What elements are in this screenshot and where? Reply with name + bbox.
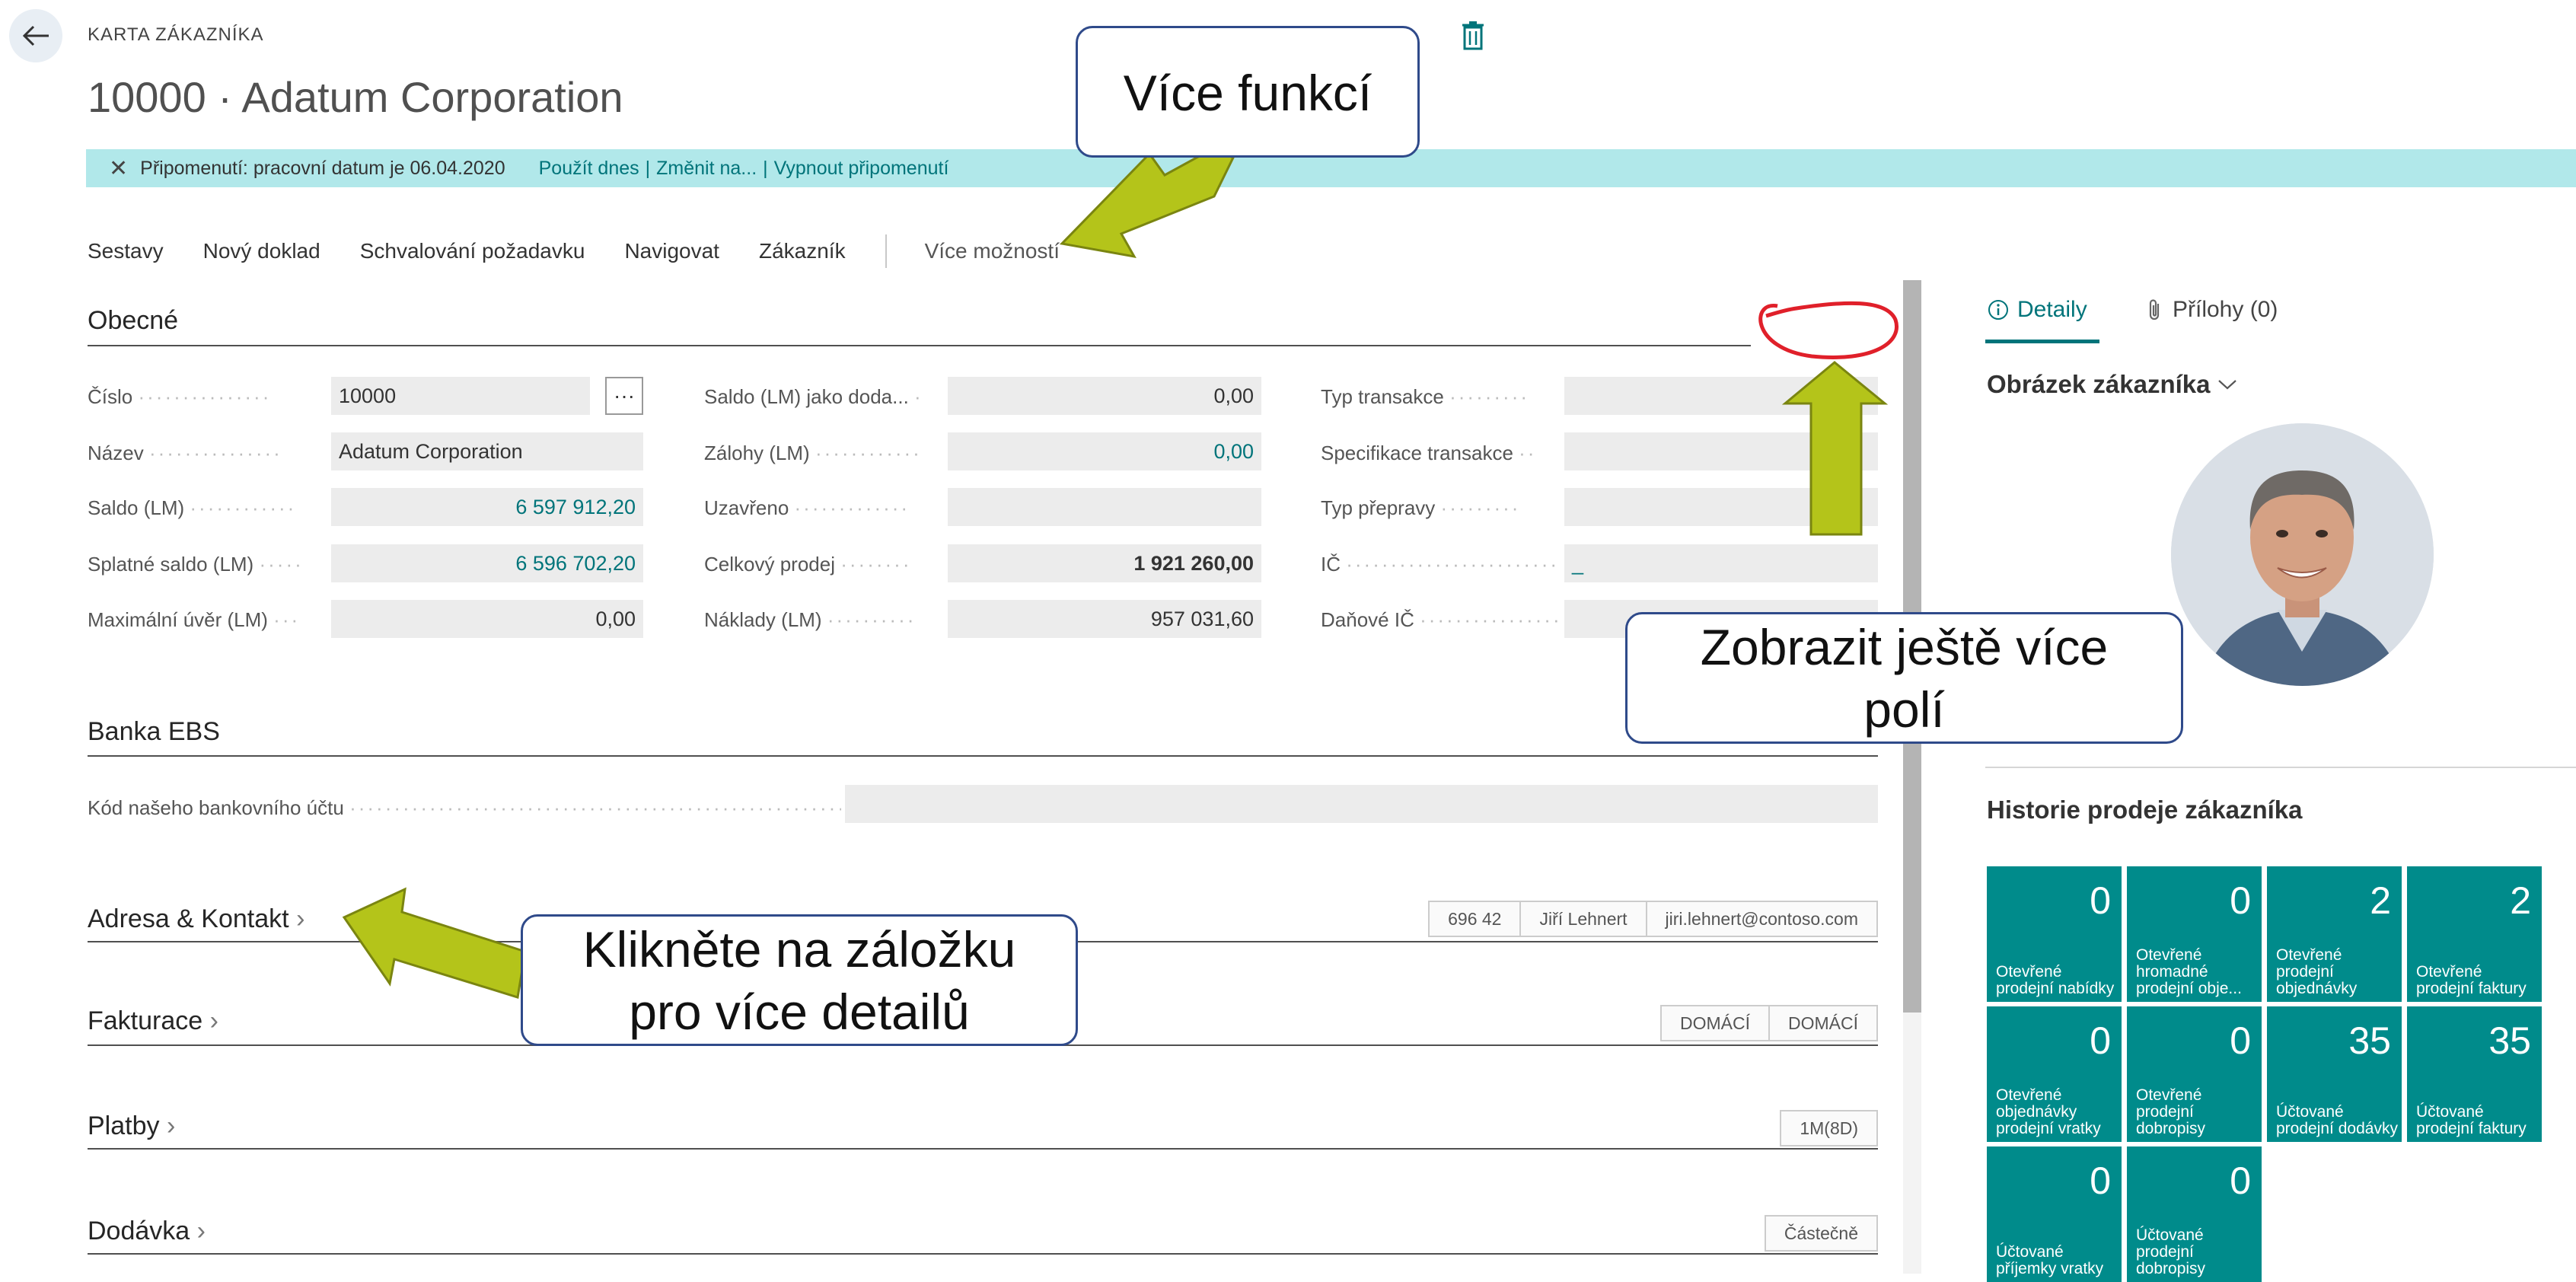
arrow-annotation (342, 887, 527, 999)
annotation-layer (342, 148, 1899, 999)
arrow-annotation (1781, 361, 1889, 536)
arrow-annotation (1059, 148, 1235, 259)
callout-more-fields: Zobrazit ještě více polí (1625, 612, 2183, 744)
callout-more-functions: Více funkcí (1076, 26, 1420, 158)
callout-click-tab: Klikněte na záložku pro více detailů (521, 914, 1078, 1046)
red-circle-annotation (1758, 301, 1899, 359)
